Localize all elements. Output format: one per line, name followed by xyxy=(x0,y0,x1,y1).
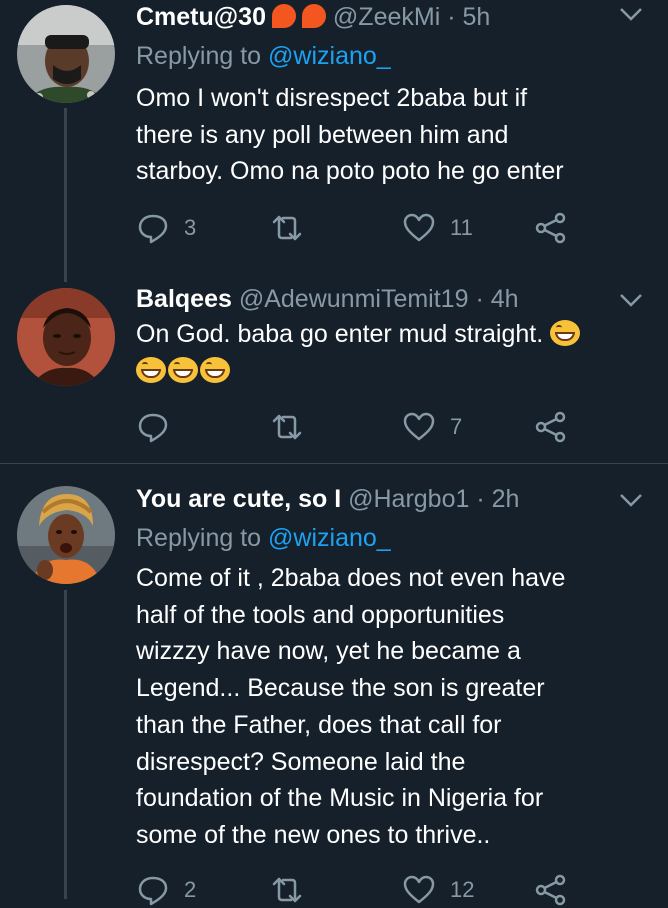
emoji-badge xyxy=(271,4,296,28)
share-icon xyxy=(535,411,566,443)
like-count: 12 xyxy=(450,877,475,902)
tweet-text: Come of it , 2baba does not even have ha… xyxy=(136,560,646,854)
user-handle[interactable]: @AdewunmiTemit19 xyxy=(239,285,469,313)
reply-icon xyxy=(138,413,168,443)
user-handle[interactable]: @ZeekMi xyxy=(333,3,440,31)
tweet-text-segment: On God. baba go enter mud straight. xyxy=(136,320,544,348)
heart-icon xyxy=(403,412,435,441)
tweet-1[interactable]: Cmetu@30 @ZeekMi · 5h Replying to @wizia… xyxy=(0,0,668,282)
tweet-header: Cmetu@30 @ZeekMi · 5h xyxy=(136,2,490,32)
reply-count: 2 xyxy=(184,877,197,902)
reply-icon xyxy=(138,876,168,906)
tweet-text-line: half of the tools and opportunities xyxy=(136,600,505,629)
tweet-text: Omo I won't disrespect 2baba but if ther… xyxy=(136,80,646,190)
display-name[interactable]: Balqees xyxy=(136,285,232,313)
share-icon xyxy=(535,874,566,906)
grinning-squinting-face-emoji xyxy=(200,356,230,383)
retweet-button[interactable] xyxy=(270,872,318,908)
tweet-text-line: Omo I won't disrespect 2baba but if xyxy=(136,84,528,112)
tweet-text-line: than the Father, does that call for xyxy=(136,710,502,739)
heart-icon xyxy=(403,213,435,242)
chevron-down-icon[interactable] xyxy=(618,292,644,308)
timestamp[interactable]: · 5h xyxy=(447,3,490,31)
reply-button[interactable]: 3 xyxy=(136,210,196,246)
replying-to: Replying to @wiziano_ xyxy=(136,524,391,553)
tweet-text: On God. baba go enter mud straight. xyxy=(136,316,646,389)
share-button[interactable] xyxy=(534,210,568,246)
replying-prefix: Replying to xyxy=(136,524,262,552)
share-icon xyxy=(535,212,566,244)
retweet-icon xyxy=(272,414,302,440)
like-count: 7 xyxy=(450,414,463,439)
grinning-squinting-face-emoji xyxy=(168,356,198,383)
emoji-line xyxy=(136,353,646,390)
reply-count: 3 xyxy=(184,215,197,240)
tweet-3[interactable]: You are cute, so I @Hargbo1 · 2h Replyin… xyxy=(0,464,668,906)
share-button[interactable] xyxy=(534,409,568,445)
tweet-2[interactable]: Balqees @AdewunmiTemit19 · 4h On God. ba… xyxy=(0,282,668,462)
reply-button[interactable] xyxy=(136,409,184,445)
user-handle[interactable]: @Hargbo1 xyxy=(348,485,469,513)
emoji-badge xyxy=(301,4,326,28)
tweet-actions: 2 12 xyxy=(136,872,576,908)
replying-handle[interactable]: @wiziano_ xyxy=(268,524,391,552)
avatar[interactable] xyxy=(17,5,115,103)
tweet-header: You are cute, so I @Hargbo1 · 2h xyxy=(136,484,519,514)
tweet-text-line: foundation of the Music in Nigeria for xyxy=(136,784,544,813)
grinning-squinting-face-emoji xyxy=(550,320,581,346)
replying-to: Replying to @wiziano_ xyxy=(136,42,391,71)
display-name[interactable]: You are cute, so I xyxy=(136,485,341,513)
tweet-header: Balqees @AdewunmiTemit19 · 4h xyxy=(136,284,519,314)
tweet-text-line: starboy. Omo na poto poto he go enter xyxy=(136,157,564,186)
tweet-text-line: Legend... Because the son is greater xyxy=(136,674,545,703)
like-count: 11 xyxy=(450,215,473,240)
tweet-actions: 3 11 xyxy=(136,210,576,246)
chevron-down-icon[interactable] xyxy=(618,492,644,508)
retweet-button[interactable] xyxy=(270,210,318,246)
tweet-text-line: wizzzy have now, yet he became a xyxy=(136,637,521,666)
share-button[interactable] xyxy=(534,872,568,908)
heart-icon xyxy=(403,875,435,904)
retweet-button[interactable] xyxy=(270,409,318,445)
reply-button[interactable]: 2 xyxy=(136,872,196,908)
tweet-text-line: there is any poll between him and xyxy=(136,120,509,149)
like-button[interactable]: 7 xyxy=(402,409,462,445)
like-button[interactable]: 11 xyxy=(402,210,473,246)
tweet-text-line: Come of it , 2baba does not even have xyxy=(136,564,566,592)
like-button[interactable]: 12 xyxy=(402,872,474,908)
tweet-actions: 7 xyxy=(136,409,576,445)
retweet-icon xyxy=(272,215,302,241)
timestamp[interactable]: · 4h xyxy=(475,285,518,313)
replying-handle[interactable]: @wiziano_ xyxy=(268,42,391,70)
retweet-icon xyxy=(272,877,302,903)
tweet-text-line: some of the new ones to thrive.. xyxy=(136,820,491,849)
timestamp[interactable]: · 2h xyxy=(476,485,519,513)
thread-line xyxy=(64,108,67,282)
tweet-text-line: On God. baba go enter mud straight. xyxy=(136,316,646,353)
avatar[interactable] xyxy=(17,486,115,584)
chevron-down-icon[interactable] xyxy=(618,6,644,22)
tweet-text-line: disrespect? Someone laid the xyxy=(136,747,466,776)
reply-icon xyxy=(138,214,168,244)
replying-prefix: Replying to xyxy=(136,42,262,70)
display-name[interactable]: Cmetu@30 xyxy=(136,3,266,31)
avatar[interactable] xyxy=(17,288,115,386)
grinning-squinting-face-emoji xyxy=(136,356,166,383)
thread-line xyxy=(64,590,67,899)
